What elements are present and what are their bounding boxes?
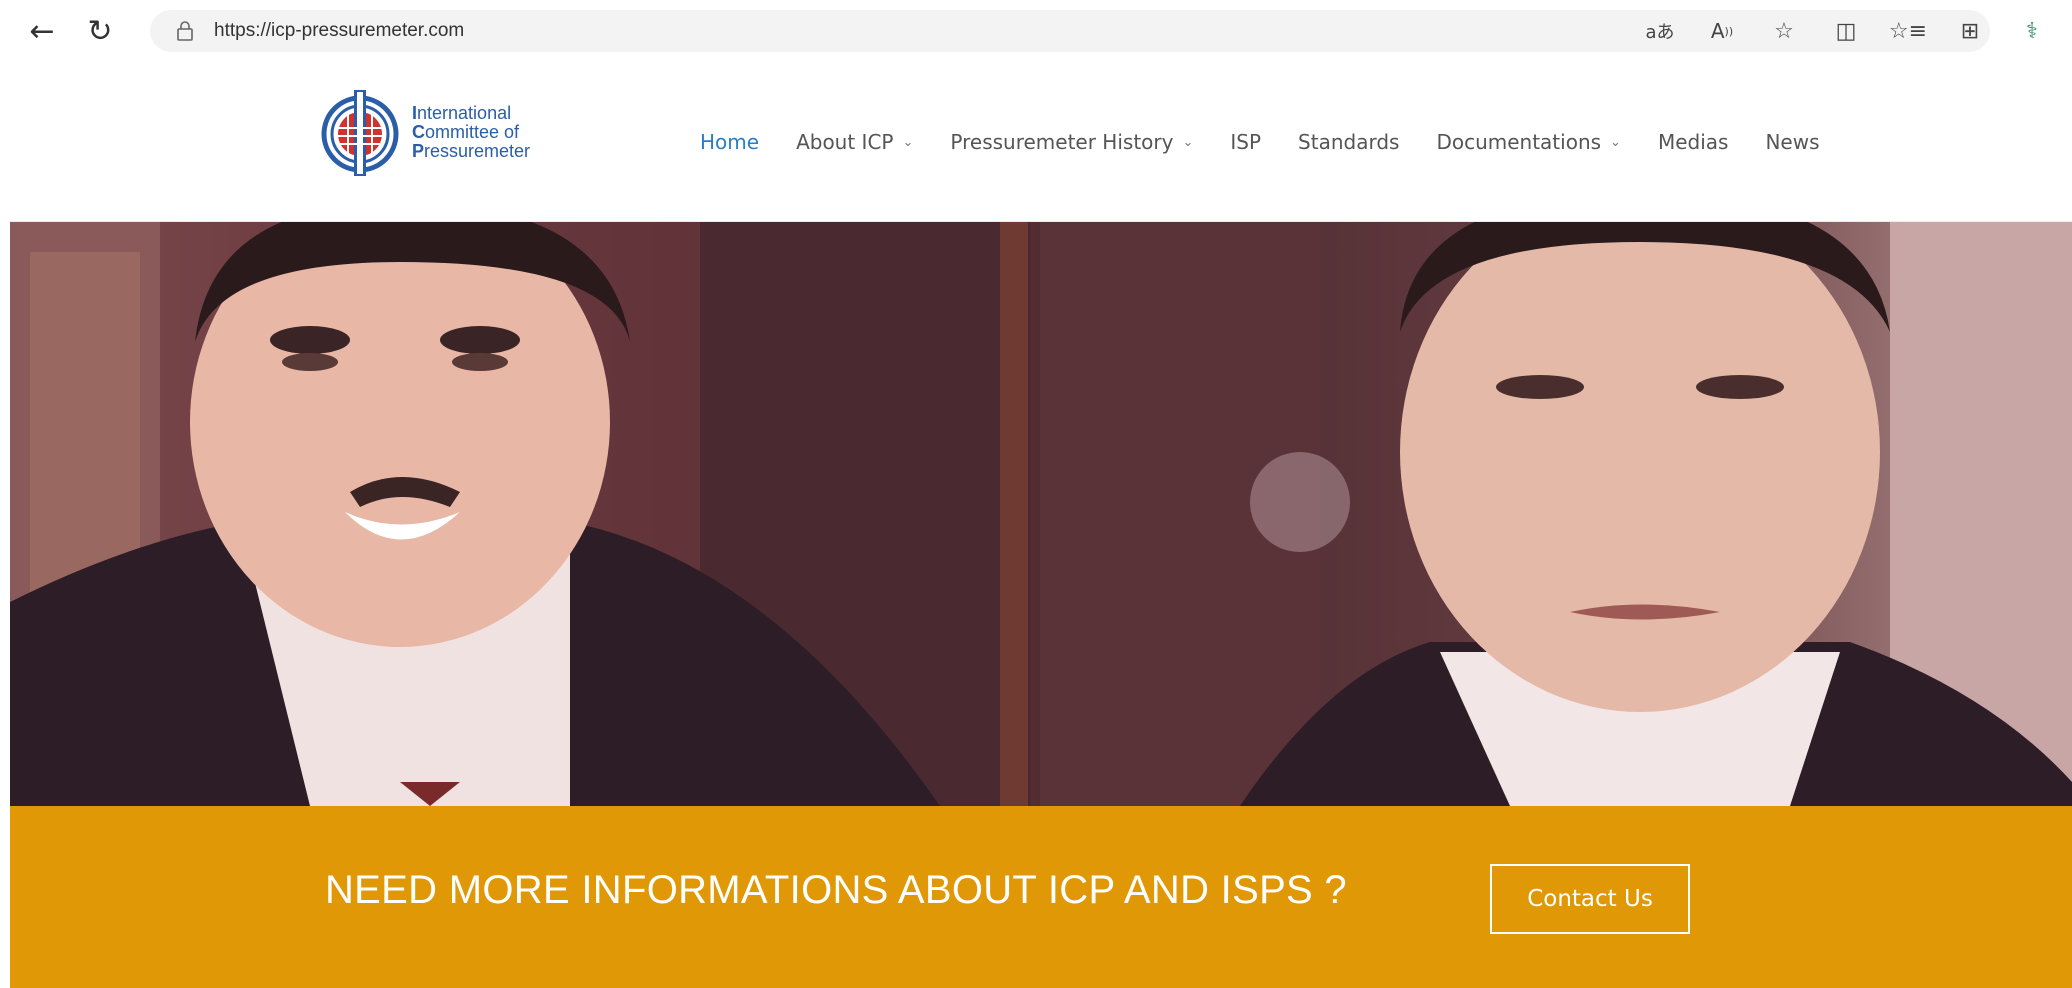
nav-home-label: Home: [700, 130, 760, 154]
nav-medias[interactable]: Medias: [1658, 130, 1729, 154]
favorite-star-icon[interactable]: ☆: [1762, 9, 1806, 53]
logo-line-1: International: [412, 102, 512, 123]
site-logo[interactable]: International Committee of Pressuremeter: [320, 84, 530, 180]
translate-icon[interactable]: aあ: [1638, 9, 1682, 53]
nav-pressuremeter-history-label: Pressuremeter History: [950, 130, 1174, 154]
chevron-down-icon: ⌄: [902, 134, 914, 150]
nav-standards[interactable]: Standards: [1298, 130, 1399, 154]
reload-icon[interactable]: ↻: [78, 9, 122, 53]
logo-line-3: Pressuremeter: [412, 140, 531, 161]
logo-text: International Committee of Pressuremeter: [412, 102, 531, 161]
icp-logo-icon: [321, 90, 399, 176]
nav-isp[interactable]: ISP: [1230, 130, 1261, 154]
split-screen-icon[interactable]: ◫: [1824, 9, 1868, 53]
nav-documentations[interactable]: Documentations ⌄: [1436, 130, 1621, 154]
nav-standards-label: Standards: [1298, 130, 1400, 154]
cta-heading: NEED MORE INFORMATIONS ABOUT ICP AND ISP…: [325, 868, 1347, 912]
nav-news-label: News: [1765, 130, 1820, 154]
main-navigation: Home About ICP ⌄ Pressuremeter History ⌄ I…: [700, 62, 1857, 222]
contact-us-button[interactable]: Contact Us: [1490, 864, 1690, 934]
favorites-icon[interactable]: ☆≡: [1886, 9, 1930, 53]
nav-news[interactable]: News: [1765, 130, 1819, 154]
site-header: International Committee of Pressuremeter…: [10, 62, 2072, 222]
cta-banner: NEED MORE INFORMATIONS ABOUT ICP AND ISP…: [10, 806, 2072, 988]
read-aloud-icon[interactable]: A)): [1700, 9, 1744, 53]
hero-photo: [10, 222, 2072, 806]
chevron-down-icon: ⌄: [1182, 134, 1194, 150]
chevron-down-icon: ⌄: [1610, 134, 1621, 150]
site-info-icon[interactable]: [174, 20, 196, 42]
nav-about-icp-label: About ICP: [796, 130, 894, 154]
nav-about-icp[interactable]: About ICP ⌄: [796, 130, 913, 154]
back-arrow-icon[interactable]: ←: [20, 9, 64, 53]
nav-documentations-label: Documentations: [1436, 130, 1602, 154]
nav-pressuremeter-history[interactable]: Pressuremeter History ⌄: [950, 130, 1193, 154]
nav-home[interactable]: Home: [700, 130, 759, 154]
nav-isp-label: ISP: [1230, 130, 1262, 154]
hero-photo-illustration: [10, 222, 2072, 806]
url-text[interactable]: https://icp-pressuremeter.com: [214, 20, 464, 42]
browser-toolbar: ← ↻ https://icp-pressuremeter.com aあ A))…: [0, 0, 2072, 62]
collections-icon[interactable]: ⊞: [1948, 9, 1992, 53]
logo-line-2: Committee of: [412, 121, 520, 142]
nav-medias-label: Medias: [1657, 130, 1729, 154]
extension-icon[interactable]: ⚕: [2010, 9, 2054, 53]
